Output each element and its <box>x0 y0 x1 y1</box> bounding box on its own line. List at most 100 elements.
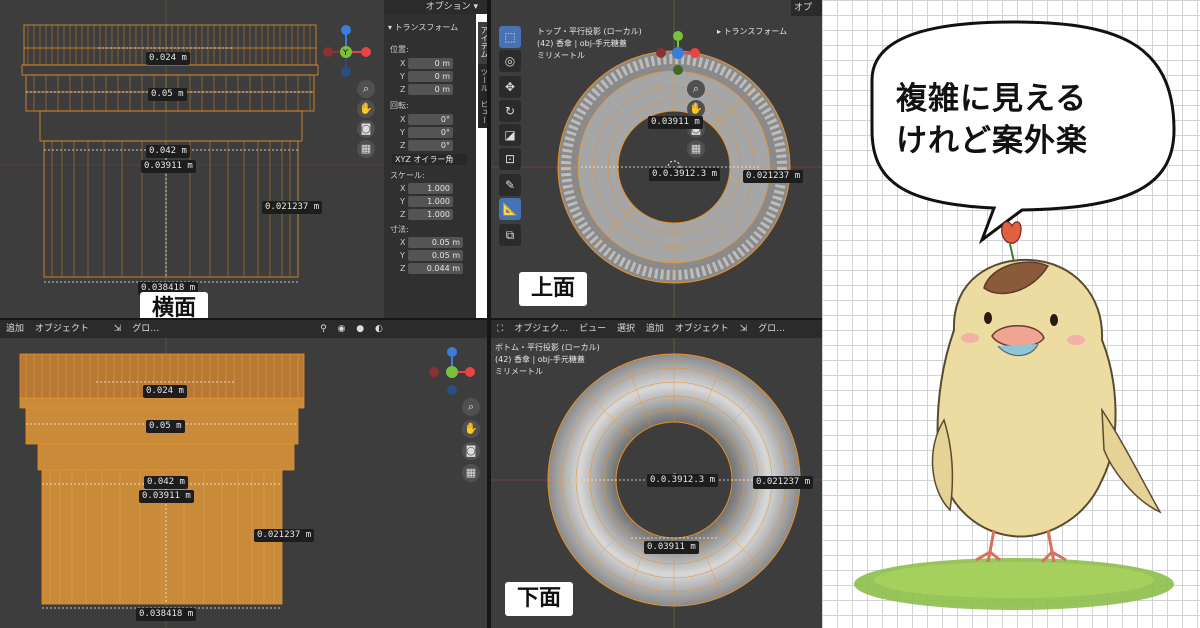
loc-z-axis: Z <box>400 85 406 94</box>
shading-solid-icon[interactable]: ● <box>356 324 364 334</box>
measure-body-outer: 0.042 m <box>146 145 190 158</box>
measure-bottom-inner: 0.03911 m <box>644 541 699 554</box>
rotate-tool[interactable]: ↻ <box>499 100 521 122</box>
menu-select[interactable]: 選択 <box>617 324 635 334</box>
measure-top-overlap: 0.0.3912.3 m <box>649 168 721 181</box>
object-mode-select[interactable]: オブジェク… <box>514 324 568 334</box>
bubble-line-2: けれど案外楽 <box>896 123 1088 159</box>
bubble-line-1: 複雑に見える <box>896 81 1088 117</box>
top-view-title: トップ・平行投影 (ローカル) <box>537 27 642 36</box>
rot-x-axis: X <box>400 115 406 124</box>
transform-orientation-select[interactable]: グロ… <box>132 324 159 334</box>
orientation-icon-right[interactable]: ⇲ <box>740 324 748 334</box>
transform-section-title: トランスフォーム <box>394 23 459 32</box>
hand-pan-icon-bl[interactable]: ✋ <box>462 420 480 438</box>
dim-z-axis: Z <box>400 264 406 273</box>
grid-icon[interactable]: ▦ <box>357 140 375 158</box>
scale-z-field[interactable]: 1.000 <box>408 209 453 220</box>
measure-top-height: 0.021237 m <box>743 170 804 183</box>
add-cube-tool[interactable]: ⧉ <box>499 224 521 246</box>
dim-x-field[interactable]: 0.05 m <box>408 237 463 248</box>
rot-y-axis: Y <box>400 128 405 137</box>
transform-section-header[interactable]: ▾ トランスフォーム <box>388 22 458 33</box>
overlay-icon[interactable]: ◉ <box>338 324 346 334</box>
rotation-label: 回転: <box>390 101 409 110</box>
measure-bottom-overlap: 0.0.3912.3 m <box>647 474 719 487</box>
options-header[interactable]: オプション ▾ <box>384 0 490 14</box>
loc-x-axis: X <box>400 59 406 68</box>
menu-add[interactable]: 追加 <box>6 324 24 334</box>
dim-y-axis: Y <box>400 251 405 260</box>
view-label-side: 横面 <box>140 292 209 318</box>
hand-pan-icon[interactable]: ✋ <box>357 100 375 118</box>
viewport-bottom[interactable]: ボトム・平行投影 (ローカル) (42) 香傘 | obj-手元糖蓋 ミリメート… <box>491 338 822 628</box>
scale-x-axis: X <box>400 184 406 193</box>
measure-bottom-height: 0.021237 m <box>753 476 814 489</box>
rot-y-field[interactable]: 0° <box>408 127 453 138</box>
transform-panel: ▾ トランスフォーム 位置: X 0 m Y 0 m Z 0 m 回転: X 0… <box>384 14 476 318</box>
cursor-tool[interactable]: ◎ <box>499 50 521 72</box>
options-label: オプション ▾ <box>425 2 478 12</box>
menu-object[interactable]: オブジェクト <box>35 324 89 334</box>
snap-icon[interactable]: ⚲ <box>320 324 327 334</box>
view-label-bottom: 下面 <box>505 582 574 616</box>
rot-z-axis: Z <box>400 141 406 150</box>
view-label-top: 上面 <box>519 272 588 306</box>
annotate-tool[interactable]: ✎ <box>499 174 521 196</box>
axis-gizmo-bottom-left[interactable] <box>426 344 482 400</box>
measure-height: 0.021237 m <box>262 201 323 214</box>
bottom-view-object: (42) 香傘 | obj-手元糖蓋 <box>495 355 585 364</box>
scale-y-field[interactable]: 1.000 <box>408 196 453 207</box>
rot-x-field[interactable]: 0° <box>408 114 453 125</box>
transform-button-label: トランスフォーム <box>723 27 788 36</box>
zoom-icon[interactable]: ⌕ <box>357 80 375 98</box>
measure-b-collar: 0.05 m <box>146 420 185 433</box>
scale-y-axis: Y <box>400 197 405 206</box>
rotation-mode-select[interactable]: XYZ オイラー角 <box>392 154 467 165</box>
svg-text:Y: Y <box>342 48 348 57</box>
scale-x-field[interactable]: 1.000 <box>408 183 453 194</box>
mode-icon[interactable]: ⛶ <box>497 324 503 334</box>
viewport-side-top[interactable]: 0.024 m 0.05 m 0.042 m 0.03911 m 0.02123… <box>0 0 384 318</box>
rot-z-field[interactable]: 0° <box>408 140 453 151</box>
bottom-view-title: ボトム・平行投影 (ローカル) <box>495 343 600 352</box>
dimensions-label: 寸法: <box>390 225 409 234</box>
menu-view[interactable]: ビュー <box>579 324 606 334</box>
measure-b-top-teeth: 0.024 m <box>143 385 187 398</box>
transform-tool[interactable]: ⊡ <box>499 148 521 170</box>
measure-b-height: 0.021237 m <box>254 529 315 542</box>
scale-z-axis: Z <box>400 210 406 219</box>
camera-icon-bl[interactable]: ◙ <box>462 442 480 460</box>
loc-z-field[interactable]: 0 m <box>408 84 453 95</box>
loc-x-field[interactable]: 0 m <box>408 58 453 69</box>
camera-icon[interactable]: ◙ <box>357 120 375 138</box>
menu-add-right[interactable]: 追加 <box>646 324 664 334</box>
orientation-icon[interactable]: ⇲ <box>114 324 122 334</box>
measure-b-body-outer: 0.042 m <box>144 476 188 489</box>
top-view-units: ミリメートル <box>537 51 585 60</box>
move-tool[interactable]: ✥ <box>499 76 521 98</box>
scale-tool[interactable]: ◪ <box>499 124 521 146</box>
dim-x-axis: X <box>400 238 406 247</box>
grid-icon-top[interactable]: ▦ <box>687 140 705 158</box>
header-bottom-left: 追加 オブジェクト ⇲ グロ… ⚲ ◉ ● ◐ <box>0 320 487 338</box>
axis-gizmo[interactable]: Y <box>318 22 378 82</box>
zoom-icon-top[interactable]: ⌕ <box>687 80 705 98</box>
dim-y-field[interactable]: 0.05 m <box>408 250 463 261</box>
menu-object-right[interactable]: オブジェクト <box>675 324 729 334</box>
zoom-icon-bl[interactable]: ⌕ <box>462 398 480 416</box>
grid-icon-bl[interactable]: ▦ <box>462 464 480 482</box>
measure-tool[interactable]: 📐 <box>499 198 521 220</box>
shading-material-icon[interactable]: ◐ <box>375 324 383 334</box>
measure-top-inner: 0.03911 m <box>648 116 703 129</box>
viewport-side-bottom[interactable]: 0.024 m 0.05 m 0.042 m 0.03911 m 0.02123… <box>0 338 487 628</box>
dim-z-field[interactable]: 0.044 m <box>408 263 463 274</box>
select-box-tool[interactable]: ⬚ <box>499 26 521 48</box>
loc-y-field[interactable]: 0 m <box>408 71 453 82</box>
transform-orientation-select-right[interactable]: グロ… <box>758 324 785 334</box>
measure-b-base: 0.038418 m <box>136 608 197 621</box>
scale-label: スケール: <box>390 171 425 180</box>
transform-button[interactable]: ▸ トランスフォーム <box>717 26 787 38</box>
axis-gizmo-top[interactable] <box>653 28 703 78</box>
viewport-top[interactable]: オプ トップ・平行投影 (ローカル) (42) 香傘 | obj-手元糖蓋 ミリ… <box>491 0 822 318</box>
